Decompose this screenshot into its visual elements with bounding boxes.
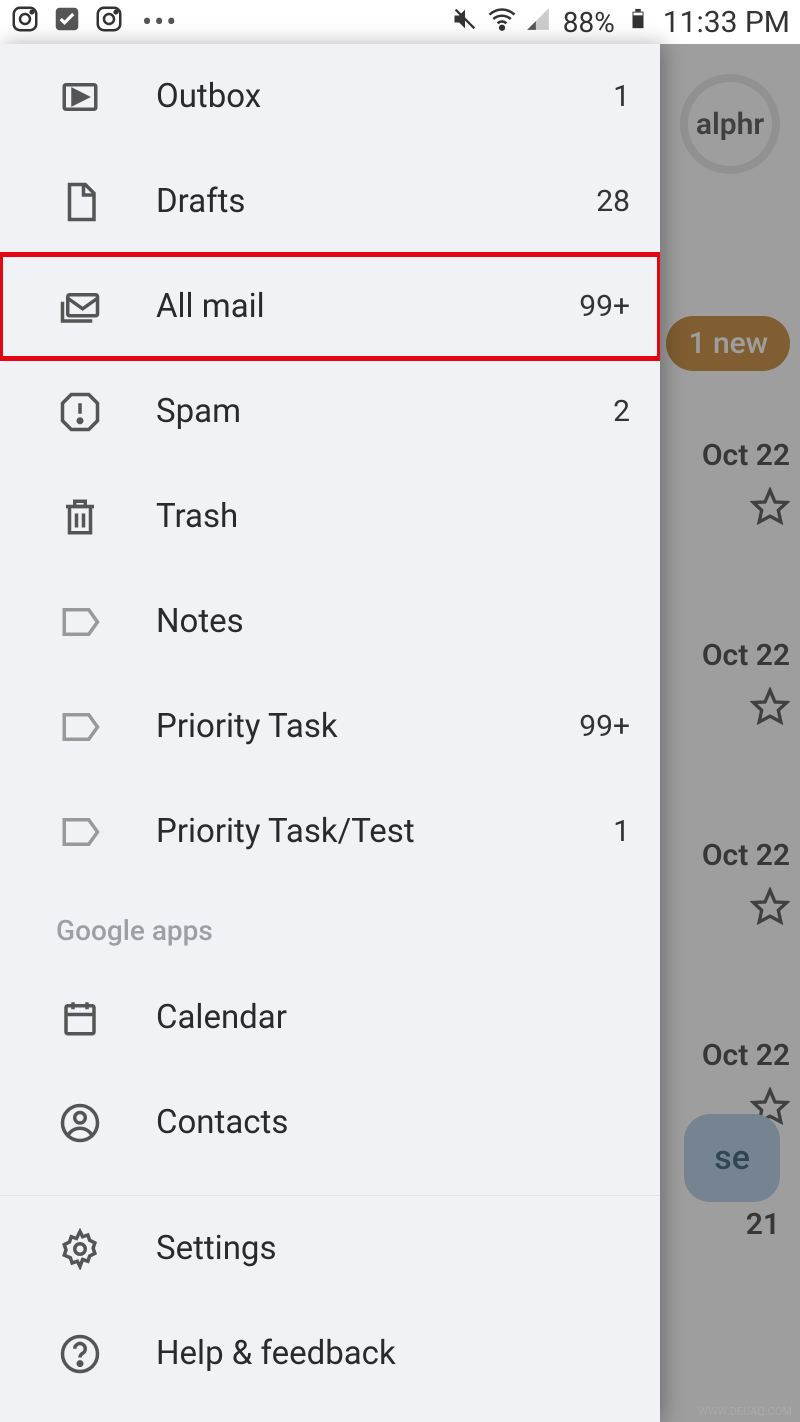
drawer-item-calendar[interactable]: Calendar: [0, 965, 660, 1070]
drawer-label: Trash: [156, 497, 630, 536]
drawer-count: 28: [596, 184, 630, 219]
more-dots-icon: •••: [142, 5, 178, 40]
drawer-count: 99+: [579, 709, 630, 744]
status-bar: ••• 88% 11:33 PM: [0, 0, 800, 44]
contacts-icon: [56, 1099, 104, 1147]
all-mail-icon: [56, 283, 104, 331]
drawer-item-priority-task[interactable]: Priority Task 99+: [0, 674, 660, 779]
drawer-count: 1: [613, 79, 630, 114]
google-apps-header: Google apps: [0, 884, 660, 965]
outbox-icon: [56, 73, 104, 121]
calendar-icon: [56, 994, 104, 1042]
drawer-count: 1: [613, 814, 630, 849]
drawer-label: Priority Task/Test: [156, 812, 613, 851]
trash-icon: [56, 493, 104, 541]
help-icon: [56, 1330, 104, 1378]
wifi-icon: [487, 4, 517, 41]
drawer-item-drafts[interactable]: Drafts 28: [0, 149, 660, 254]
drawer-item-priority-task-test[interactable]: Priority Task/Test 1: [0, 779, 660, 884]
drawer-label: Priority Task: [156, 707, 579, 746]
drawer-item-trash[interactable]: Trash: [0, 464, 660, 569]
drawer-item-contacts[interactable]: Contacts: [0, 1070, 660, 1175]
drawer-label: Settings: [156, 1229, 630, 1268]
drawer-item-notes[interactable]: Notes: [0, 569, 660, 674]
drawer-label: Drafts: [156, 182, 596, 221]
drawer-count: 99+: [579, 289, 630, 324]
navigation-drawer: Outbox 1 Drafts 28 All mail 99+ Spam 2 T…: [0, 44, 660, 1422]
spam-icon: [56, 388, 104, 436]
instagram-icon: [10, 4, 40, 41]
settings-icon: [56, 1225, 104, 1273]
label-icon: [56, 808, 104, 856]
battery-icon: [627, 4, 649, 41]
drawer-item-settings[interactable]: Settings: [0, 1196, 660, 1301]
drawer-label: Spam: [156, 392, 613, 431]
drawer-label: Contacts: [156, 1103, 630, 1142]
drawer-label: Notes: [156, 602, 630, 641]
drawer-count: 2: [613, 394, 630, 429]
drawer-item-spam[interactable]: Spam 2: [0, 359, 660, 464]
signal-icon: [525, 6, 551, 39]
label-icon: [56, 598, 104, 646]
drawer-item-outbox[interactable]: Outbox 1: [0, 44, 660, 149]
drawer-label: Calendar: [156, 998, 630, 1037]
drawer-label: All mail: [156, 287, 579, 326]
clock-time: 11:33 PM: [663, 5, 790, 40]
checkbox-icon: [52, 4, 82, 41]
mute-icon: [451, 5, 479, 40]
drawer-label: Outbox: [156, 77, 613, 116]
battery-percent: 88%: [563, 6, 615, 39]
drawer-item-help[interactable]: Help & feedback: [0, 1301, 660, 1406]
instagram-icon: [94, 4, 124, 41]
drawer-item-all-mail[interactable]: All mail 99+: [0, 254, 660, 359]
drafts-icon: [56, 178, 104, 226]
watermark: WWW.DEUAQ.COM: [698, 1405, 792, 1418]
label-icon: [56, 703, 104, 751]
drawer-label: Help & feedback: [156, 1334, 630, 1373]
